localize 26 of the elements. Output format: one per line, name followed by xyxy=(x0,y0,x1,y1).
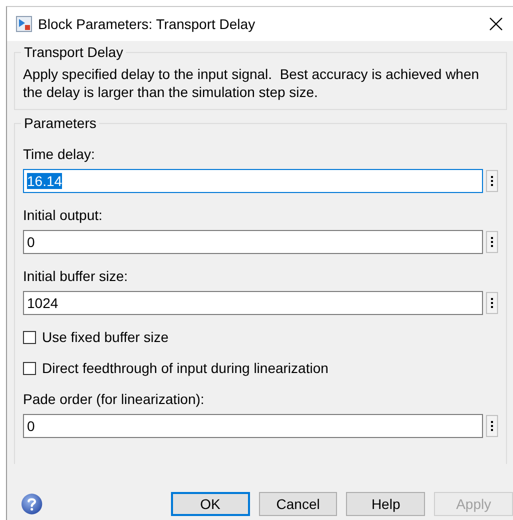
window-title: Block Parameters: Transport Delay xyxy=(38,14,256,34)
close-icon[interactable] xyxy=(489,17,503,31)
input-field[interactable]: 0 xyxy=(23,414,483,438)
group-title: Transport Delay xyxy=(23,45,124,59)
checkbox-label: Use fixed buffer size xyxy=(42,328,169,347)
more-options-button[interactable] xyxy=(486,292,498,314)
input-field[interactable]: 0 xyxy=(23,230,483,254)
field-label: Time delay: xyxy=(23,145,96,164)
group-title: Parameters xyxy=(23,116,98,130)
field-label: Initial buffer size: xyxy=(23,267,129,286)
more-options-button[interactable] xyxy=(486,170,498,192)
description-text: Apply specified delay to the input signal. Best accuracy is achieved when the delay is larger than the simulation step size. xyxy=(23,65,480,101)
app-icon xyxy=(16,16,32,32)
dialog-button[interactable]: Cancel xyxy=(258,492,338,516)
more-options-button[interactable] xyxy=(486,231,498,253)
help-icon[interactable] xyxy=(21,493,43,515)
dialog-button[interactable]: Help xyxy=(346,492,426,516)
dialog-button[interactable]: OK xyxy=(170,492,250,516)
field-label: Initial output: xyxy=(23,206,104,225)
checkbox-label: Direct feedthrough of input during linearization xyxy=(42,359,328,378)
checkbox[interactable] xyxy=(23,331,36,344)
field-label: Pade order (for linearization): xyxy=(23,390,206,409)
checkbox[interactable] xyxy=(23,362,36,375)
input-field[interactable]: 16.14 xyxy=(23,169,483,193)
more-options-button[interactable] xyxy=(486,415,498,437)
input-field[interactable]: 1024 xyxy=(23,291,483,315)
